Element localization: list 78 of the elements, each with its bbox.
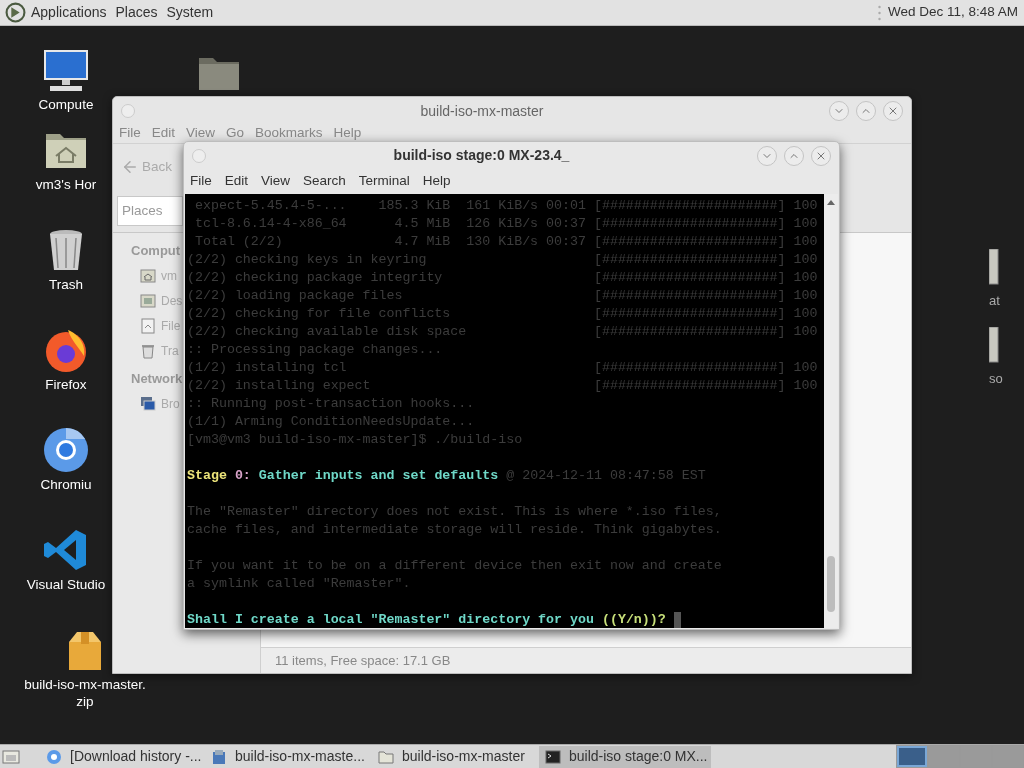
menu-item[interactable]: File <box>190 171 212 192</box>
terminal-line: (2/2) checking available disk space [######################] 100 <box>187 323 819 341</box>
sidebar-heading: Network <box>131 370 183 389</box>
terminal-line: The "Remaster" directory does not exist. This is where *.iso files, <box>187 503 723 521</box>
terminal-line: (2/2) checking keys in keyring [######################] 100 <box>187 251 819 269</box>
terminal-line: (2/2) loading package files [######################] 100 <box>187 287 819 305</box>
desktop-icon-label[interactable]: vm3's Hor <box>35 176 97 193</box>
menu-item[interactable]: View <box>261 171 291 192</box>
desktop-icon-label[interactable]: Visual Studio <box>26 576 106 593</box>
desktop-icon-label[interactable]: Trash <box>49 276 83 293</box>
terminal-line: (1/1) Arming ConditionNeedsUpdate... <box>187 413 476 431</box>
terminal-line: cache files, and intermediate storage will reside. Think gigabytes. <box>187 521 723 539</box>
terminal-icon <box>545 748 561 765</box>
workspace-switcher[interactable] <box>992 745 1024 768</box>
terminal-line: [vm3@vm3 build-iso-mx-master]$ ./build-iso <box>187 431 524 449</box>
browser-icon <box>42 426 90 474</box>
panel-menu[interactable]: Applications <box>31 2 107 23</box>
file-icon[interactable] <box>989 249 999 285</box>
file-icon <box>140 317 156 334</box>
scrollbar-thumb[interactable] <box>827 556 835 612</box>
desktop-icon-label[interactable]: Compute <box>38 96 94 113</box>
panel-menu[interactable]: Places <box>115 2 158 23</box>
terminal-line: If you want it to be on a different device then exit now and create <box>187 557 723 575</box>
scroll-up-icon[interactable] <box>827 200 835 205</box>
taskbar-button[interactable]: build-iso stage:0 MX... <box>539 745 711 768</box>
status-text: 11 items, Free space: 17.1 GB <box>275 651 451 670</box>
menu-item[interactable]: Terminal <box>358 171 410 192</box>
maximize-button[interactable] <box>784 145 804 166</box>
taskbar-button[interactable]: [Download history -... <box>40 745 205 768</box>
show-desktop-icon[interactable] <box>2 748 20 765</box>
close-button[interactable] <box>811 145 831 166</box>
network-icon <box>140 395 156 412</box>
terminal-line: (1/2) installing tcl [######################] 100 <box>187 359 819 377</box>
terminal-line: (2/2) installing expect [######################] 100 <box>187 377 819 395</box>
file-icon[interactable] <box>989 327 999 363</box>
panel-menu[interactable]: System <box>166 2 214 23</box>
terminal-line: Total (2/2) 4.7 MiB 130 KiB/s 00:37 [######################] 100 <box>193 233 819 251</box>
sidebar-heading: Comput <box>131 242 181 261</box>
logo-icon[interactable] <box>5 2 26 23</box>
scrollbar[interactable] <box>824 194 838 628</box>
desktop-icon-label[interactable]: Firefox <box>45 376 87 393</box>
desktop-icon-label[interactable]: build-iso-mx-master. zip <box>24 676 146 710</box>
terminal-line: Stage 0: Gather inputs and set defaults @ 2024-12-11 08:47:58 EST <box>187 467 707 485</box>
taskbar-button[interactable]: build-iso-mx-master <box>372 745 539 768</box>
window-title: build-iso stage:0 MX-23.4_ <box>392 146 571 165</box>
terminal-line: Shall I create a local "Remaster" directory for you ((Y/n))? <box>187 611 824 628</box>
desktop-icon-label[interactable]: Chromiu <box>40 476 92 493</box>
terminal-line: a symlink called "Remaster". <box>187 575 412 593</box>
menu-item[interactable]: Search <box>303 171 346 192</box>
taskbar-button[interactable]: build-iso-mx-maste... <box>205 745 372 768</box>
file-label[interactable]: at <box>989 291 1000 311</box>
home-icon <box>140 267 156 284</box>
window-menu-button[interactable] <box>192 148 206 163</box>
close-icon <box>887 105 899 117</box>
terminal-line: (2/2) checking for file conflicts [######################] 100 <box>187 305 819 323</box>
workspace-switcher[interactable] <box>928 745 960 768</box>
browser-icon <box>46 748 62 765</box>
file-label[interactable]: so <box>989 369 1003 389</box>
workspace-switcher[interactable] <box>896 745 928 768</box>
window-title: build-iso-mx-master <box>419 101 545 121</box>
terminal-line: expect-5.45.4-5-... 185.3 KiB 161 KiB/s 00:01 [######################] 100 <box>193 197 819 215</box>
close-button[interactable] <box>883 101 903 121</box>
terminal-line: :: Running post-transaction hooks... <box>187 395 476 413</box>
desktop-icon <box>140 292 156 309</box>
clock[interactable]: Wed Dec 11, 8:48 AM <box>887 2 1018 23</box>
handle-icon <box>877 4 881 21</box>
menu-item[interactable]: Help <box>422 171 451 192</box>
terminal-line: (2/2) checking package integrity [######################] 100 <box>187 269 819 287</box>
terminal-line: :: Processing package changes... <box>187 341 444 359</box>
trash-icon <box>140 342 156 359</box>
minimize-button[interactable] <box>757 145 777 166</box>
terminal-line: tcl-8.6.14-4-x86_64 4.5 MiB 126 KiB/s 00:37 [######################] 100 <box>193 215 819 233</box>
menu-item[interactable]: Edit <box>224 171 249 192</box>
archive-icon <box>211 748 227 765</box>
window-menu-button[interactable] <box>121 104 135 118</box>
maximize-button[interactable] <box>856 101 876 121</box>
folder-icon <box>378 748 394 765</box>
minimize-button[interactable] <box>829 101 849 121</box>
